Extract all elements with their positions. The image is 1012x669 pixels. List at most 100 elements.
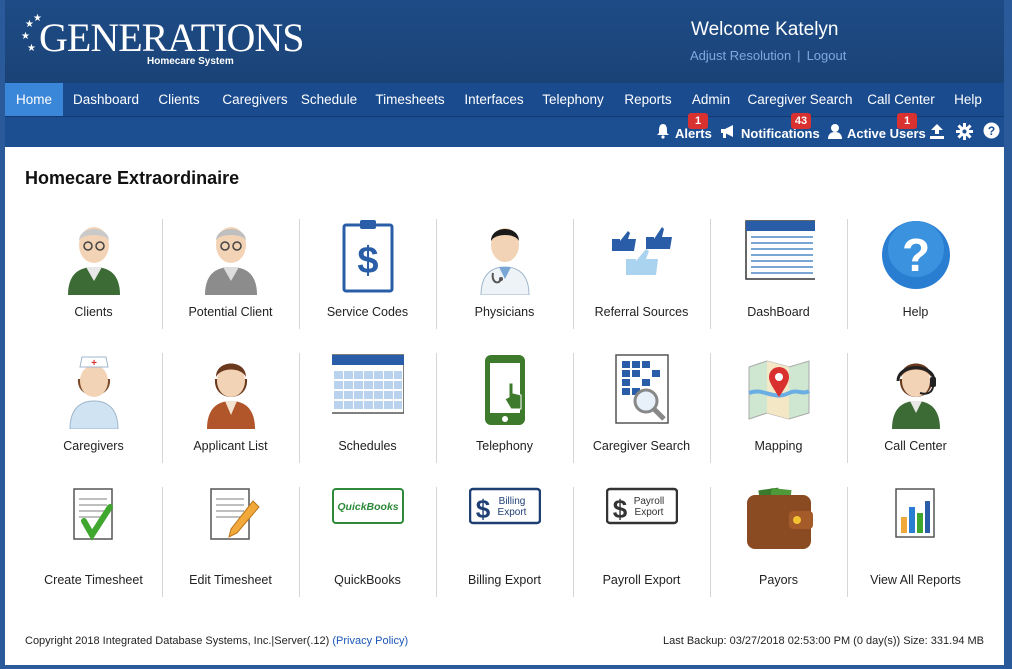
headset-operator-icon: [892, 363, 940, 429]
tile-caregiver-search[interactable]: Caregiver Search: [573, 353, 711, 463]
tile-create-timesheet[interactable]: Create Timesheet: [25, 487, 163, 597]
tile-label: Clients: [74, 305, 113, 319]
tile-payroll-export[interactable]: $ Payroll Export Payroll Export: [573, 487, 711, 597]
main-nav: Home Dashboard Clients Caregivers Schedu…: [5, 83, 1004, 117]
tile-caregivers[interactable]: + Caregivers: [25, 353, 163, 463]
tile-referral-sources[interactable]: Referral Sources: [573, 219, 711, 329]
billing-badge-line1: Billing: [499, 496, 526, 507]
tile-label: View All Reports: [870, 573, 961, 587]
footer-backup-info: Last Backup: 03/27/2018 02:53:00 PM (0 d…: [662, 635, 984, 647]
elderly-man-icon: [68, 227, 120, 295]
tile-mapping[interactable]: Mapping: [710, 353, 848, 463]
nav-timesheets[interactable]: Timesheets: [371, 83, 449, 116]
payroll-badge-line1: Payroll: [634, 496, 665, 507]
nurse-icon: +: [69, 356, 119, 429]
quickbooks-badge-text: QuickBooks: [337, 501, 398, 513]
header-links: Adjust Resolution | Logout: [690, 48, 846, 63]
tile-label: Telephony: [476, 439, 533, 453]
active-users-button[interactable]: Active Users 1: [825, 113, 926, 147]
applicant-icon: [207, 363, 255, 429]
calendar-icon: [332, 354, 404, 414]
welcome-text: Welcome Katelyn: [691, 19, 839, 40]
tile-help[interactable]: ? Help: [847, 219, 984, 329]
logo-subtitle: Homecare System: [147, 56, 234, 67]
gear-icon[interactable]: [956, 123, 973, 140]
tile-label: Schedules: [338, 439, 397, 453]
tile-dashboard[interactable]: DashBoard: [710, 219, 848, 329]
payroll-badge-line2: Export: [635, 507, 664, 518]
page-title: Homecare Extraordinaire: [25, 168, 240, 188]
tile-payors[interactable]: Payors: [710, 487, 848, 597]
upload-icon[interactable]: [929, 123, 945, 140]
wallet-icon: [747, 487, 813, 549]
nav-schedule[interactable]: Schedule: [297, 83, 361, 116]
nav-caregiver-search[interactable]: Caregiver Search: [744, 83, 856, 116]
nav-admin[interactable]: Admin: [686, 83, 736, 116]
notification-bar: Alerts 1 Notifications 43 Active Users 1: [5, 113, 1004, 147]
svg-text:?: ?: [988, 124, 995, 138]
tile-quickbooks[interactable]: QuickBooks QuickBooks: [299, 487, 437, 597]
quickbooks-icon: QuickBooks: [332, 488, 404, 524]
adjust-resolution-link[interactable]: Adjust Resolution: [690, 48, 791, 63]
megaphone-icon: [721, 125, 733, 138]
doctor-icon: [480, 228, 530, 295]
tile-label: Caregiver Search: [592, 439, 691, 453]
tile-edit-timesheet[interactable]: Edit Timesheet: [162, 487, 300, 597]
phone-touch-icon: [485, 355, 525, 425]
app-header: ★ ★ ★ ★ GENERATIONS Homecare System Welc…: [5, 0, 1004, 83]
alerts-count-badge: 1: [688, 113, 708, 129]
tile-label: DashBoard: [747, 305, 810, 319]
logo-text: GENERATIONS: [39, 15, 305, 60]
nav-interfaces[interactable]: Interfaces: [459, 83, 529, 116]
alerts-button[interactable]: Alerts 1: [653, 113, 713, 147]
svg-text:+: +: [91, 358, 97, 369]
nav-help[interactable]: Help: [947, 83, 989, 116]
tile-label: Payroll Export: [602, 573, 681, 587]
tile-label: Billing Export: [468, 573, 541, 587]
tile-physicians[interactable]: Physicians: [436, 219, 574, 329]
generations-logo[interactable]: ★ ★ ★ ★ GENERATIONS Homecare System: [19, 14, 305, 70]
tile-label: QuickBooks: [334, 573, 401, 587]
question-circle-icon[interactable]: ?: [983, 122, 1000, 139]
link-separator: |: [797, 48, 801, 63]
nav-dashboard[interactable]: Dashboard: [68, 83, 144, 116]
nav-telephony[interactable]: Telephony: [538, 83, 608, 116]
tile-potential-client[interactable]: Potential Client: [162, 219, 300, 329]
main-content: Homecare Extraordinaire Clients Potentia…: [5, 147, 1004, 665]
tile-label: Create Timesheet: [44, 573, 143, 587]
tile-label: Mapping: [754, 439, 803, 453]
tile-label: Referral Sources: [594, 305, 689, 319]
nav-home[interactable]: Home: [5, 83, 63, 116]
svg-text:$: $: [476, 494, 491, 524]
nav-clients[interactable]: Clients: [153, 83, 205, 116]
nav-reports[interactable]: Reports: [618, 83, 678, 116]
svg-text:$: $: [357, 240, 378, 282]
checked-document-icon: [73, 488, 113, 541]
document-search-icon: [615, 354, 669, 424]
privacy-policy-link[interactable]: (Privacy Policy): [332, 635, 408, 647]
tile-billing-export[interactable]: $ Billing Export Billing Export: [436, 487, 574, 597]
notifications-button[interactable]: Notifications 43: [719, 113, 823, 147]
billing-badge-line2: Export: [498, 507, 527, 518]
star-icon: ★: [27, 43, 36, 54]
tile-label: Payors: [759, 573, 798, 587]
bar-chart-report-icon: [895, 488, 935, 538]
tile-call-center[interactable]: Call Center: [847, 353, 984, 463]
tile-label: Potential Client: [188, 305, 273, 319]
tile-clients[interactable]: Clients: [25, 219, 163, 329]
tile-service-codes[interactable]: $ Service Codes: [299, 219, 437, 329]
elderly-man-gray-icon: [205, 227, 257, 295]
logout-link[interactable]: Logout: [807, 48, 847, 63]
nav-caregivers[interactable]: Caregivers: [213, 83, 297, 116]
tile-applicant-list[interactable]: Applicant List: [162, 353, 300, 463]
nav-call-center[interactable]: Call Center: [861, 83, 941, 116]
tile-label: Caregivers: [63, 439, 124, 453]
tile-schedules[interactable]: Schedules: [299, 353, 437, 463]
thumbs-up-icon: [612, 227, 672, 275]
active-users-count-badge: 1: [897, 113, 917, 129]
footer-copyright: Copyright 2018 Integrated Database Syste…: [25, 635, 408, 647]
tile-view-all-reports[interactable]: View All Reports: [847, 487, 984, 597]
star-icon: ★: [21, 31, 30, 42]
tile-telephony[interactable]: Telephony: [436, 353, 574, 463]
tile-label: Help: [902, 305, 929, 319]
